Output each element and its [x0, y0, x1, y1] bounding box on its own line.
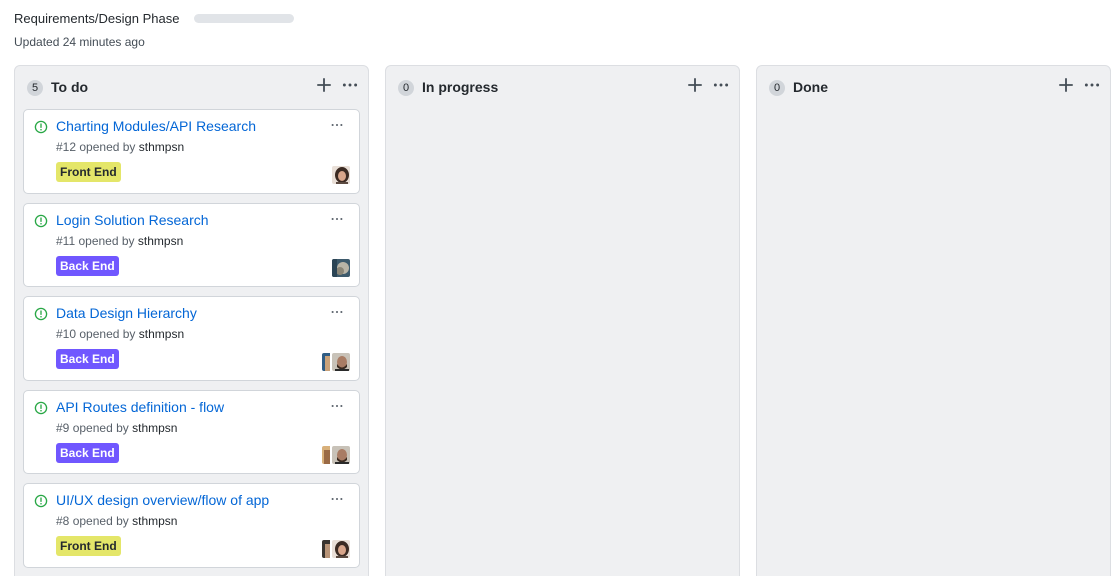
assignee-avatars	[321, 445, 351, 465]
column-done: 0 Done	[756, 65, 1111, 576]
issue-number: #9	[56, 421, 70, 435]
assignee-avatar[interactable]	[331, 165, 351, 185]
kebab-horizontal-icon[interactable]	[341, 76, 359, 94]
issue-opened-icon	[34, 401, 48, 415]
issue-author-link[interactable]: sthmpsn	[132, 514, 177, 528]
kebab-horizontal-icon[interactable]	[329, 399, 345, 413]
issue-author-link[interactable]: sthmpsn	[139, 140, 184, 154]
column-title: To do	[51, 79, 89, 95]
issue-meta: #10 opened by sthmpsn	[56, 327, 184, 341]
assignee-avatar[interactable]	[331, 352, 351, 372]
issue-number: #10	[56, 327, 77, 341]
kebab-horizontal-icon[interactable]	[1083, 76, 1101, 94]
issue-opened-icon	[34, 494, 48, 508]
issue-opened-icon	[34, 307, 48, 321]
issue-card[interactable]: UI/UX design overview/flow of app #8 ope…	[23, 483, 360, 568]
issue-number: #8	[56, 514, 70, 528]
issue-meta: #12 opened by sthmpsn	[56, 140, 184, 154]
project-header: Requirements/Design Phase Updated 24 min…	[14, 9, 1104, 53]
issue-number: #12	[56, 140, 77, 154]
issue-opened-icon	[34, 214, 48, 228]
issue-opened-icon	[34, 120, 48, 134]
column-to-do: 5 To do Charting Modules/API Research #1…	[14, 65, 369, 576]
kebab-horizontal-icon[interactable]	[329, 305, 345, 319]
assignee-avatars	[321, 352, 351, 372]
issue-opened-by: opened by	[79, 140, 136, 154]
issue-meta: #11 opened by sthmpsn	[56, 234, 183, 248]
issue-label[interactable]: Front End	[56, 162, 121, 182]
assignee-avatars	[321, 539, 351, 559]
issue-title-link[interactable]: Charting Modules/API Research	[56, 118, 256, 134]
issue-card[interactable]: Login Solution Research #11 opened by st…	[23, 203, 360, 287]
issue-card[interactable]: Charting Modules/API Research #12 opened…	[23, 109, 360, 194]
issue-author-link[interactable]: sthmpsn	[132, 421, 177, 435]
kebab-horizontal-icon[interactable]	[712, 76, 730, 94]
assignee-avatar[interactable]	[331, 258, 351, 278]
issue-author-link[interactable]: sthmpsn	[138, 234, 183, 248]
updated-timestamp: Updated 24 minutes ago	[14, 35, 145, 49]
column-header: 0 In progress	[386, 66, 739, 108]
issue-title-link[interactable]: Data Design Hierarchy	[56, 305, 197, 321]
assignee-avatar[interactable]	[331, 445, 351, 465]
column-card-count: 0	[398, 80, 414, 96]
column-card-count: 5	[27, 80, 43, 96]
assignee-avatar[interactable]	[321, 352, 331, 372]
issue-meta: #8 opened by sthmpsn	[56, 514, 177, 528]
issue-label[interactable]: Back End	[56, 256, 119, 276]
issue-meta: #9 opened by sthmpsn	[56, 421, 177, 435]
issue-title-link[interactable]: UI/UX design overview/flow of app	[56, 492, 269, 508]
column-card-count: 0	[769, 80, 785, 96]
column-in-progress: 0 In progress	[385, 65, 740, 576]
column-title: In progress	[422, 79, 499, 95]
assignee-avatars	[331, 258, 351, 278]
issue-opened-by: opened by	[72, 421, 129, 435]
kebab-horizontal-icon[interactable]	[329, 492, 345, 506]
issue-label[interactable]: Front End	[56, 536, 121, 556]
assignee-avatars	[331, 165, 351, 185]
project-title: Requirements/Design Phase	[14, 10, 180, 26]
column-title: Done	[793, 79, 828, 95]
plus-icon[interactable]	[1057, 76, 1075, 94]
issue-card[interactable]: API Routes definition - flow #9 opened b…	[23, 390, 360, 474]
column-header: 0 Done	[757, 66, 1110, 108]
assignee-avatar[interactable]	[331, 539, 351, 559]
assignee-avatar[interactable]	[321, 539, 331, 559]
assignee-avatar[interactable]	[321, 445, 331, 465]
issue-label[interactable]: Back End	[56, 443, 119, 463]
issue-opened-by: opened by	[78, 234, 135, 248]
issue-opened-by: opened by	[79, 327, 136, 341]
kebab-horizontal-icon[interactable]	[329, 212, 345, 226]
project-progress-bar	[194, 13, 295, 23]
issue-title-link[interactable]: API Routes definition - flow	[56, 399, 224, 415]
issue-label[interactable]: Back End	[56, 349, 119, 369]
issue-title-link[interactable]: Login Solution Research	[56, 212, 209, 228]
column-header: 5 To do	[15, 66, 368, 108]
issue-author-link[interactable]: sthmpsn	[139, 327, 184, 341]
issue-number: #11	[56, 234, 76, 248]
kebab-horizontal-icon[interactable]	[329, 118, 345, 132]
issue-opened-by: opened by	[72, 514, 129, 528]
plus-icon[interactable]	[686, 76, 704, 94]
plus-icon[interactable]	[315, 76, 333, 94]
issue-card[interactable]: Data Design Hierarchy #10 opened by sthm…	[23, 296, 360, 381]
